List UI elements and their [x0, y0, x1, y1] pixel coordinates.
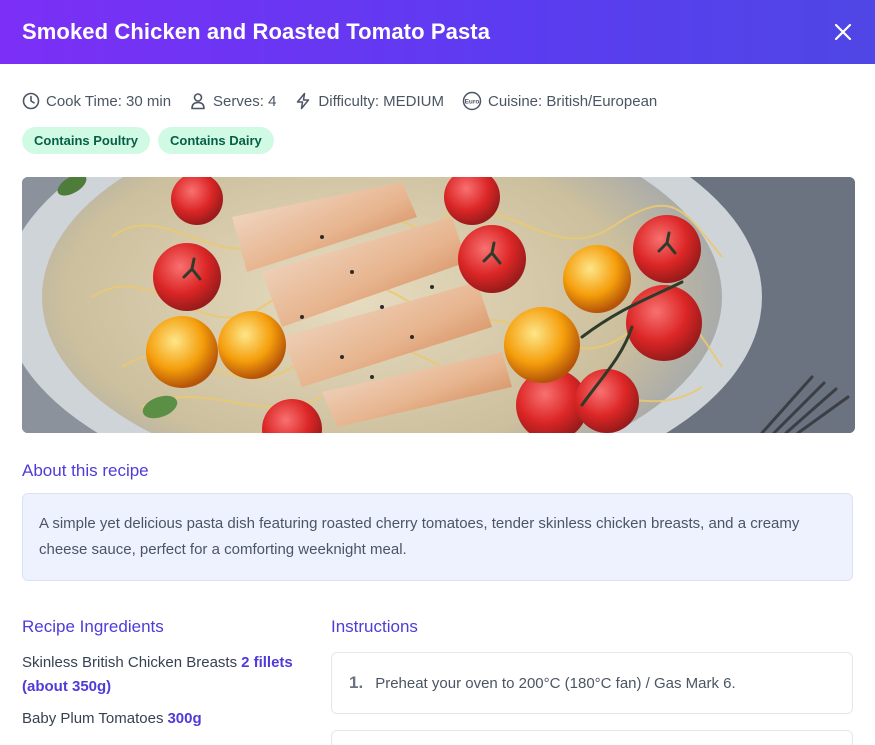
tag-contains-dairy: Contains Dairy	[158, 127, 274, 154]
modal-header: Smoked Chicken and Roasted Tomato Pasta	[0, 0, 875, 64]
ingredients-heading: Recipe Ingredients	[22, 617, 164, 636]
instruction-step-next	[331, 730, 853, 745]
ingredient-item: Baby Plum Tomatoes 300g	[22, 707, 307, 731]
step-text: Preheat your oven to 200°C (180°C fan) /…	[375, 674, 736, 692]
difficulty-text: Difficulty: MEDIUM	[318, 92, 444, 110]
dietary-tags: Contains Poultry Contains Dairy	[0, 127, 875, 154]
tag-contains-poultry: Contains Poultry	[22, 127, 151, 154]
ingredient-item: Skinless British Chicken Breasts 2 fillet…	[22, 651, 307, 699]
close-icon	[834, 23, 852, 41]
close-button[interactable]	[829, 18, 857, 46]
cook-time: Cook Time: 30 min	[22, 92, 171, 110]
serves: Serves: 4	[189, 92, 276, 110]
ingredient-name: Skinless British Chicken Breasts	[22, 654, 238, 671]
cuisine-badge-text: Euro	[465, 98, 480, 105]
cook-time-text: Cook Time: 30 min	[46, 92, 172, 110]
recipe-title: Smoked Chicken and Roasted Tomato Pasta	[22, 19, 491, 44]
difficulty: Difficulty: MEDIUM	[294, 92, 444, 110]
bolt-icon	[297, 92, 310, 110]
recipe-modal: Smoked Chicken and Roasted Tomato Pasta …	[0, 0, 875, 745]
recipe-meta: Cook Time: 30 min Serves: 4 Difficulty: …	[0, 91, 875, 111]
recipe-body: Recipe Ingredients Skinless British Chic…	[0, 617, 875, 745]
step-number: 1.	[349, 673, 364, 692]
cuisine: Euro Cuisine: British/European	[462, 91, 657, 111]
instructions-section: Instructions 1. Preheat your oven to 200…	[331, 617, 853, 745]
about-description: A simple yet delicious pasta dish featur…	[22, 493, 853, 581]
about-heading: About this recipe	[22, 461, 149, 480]
serves-text: Serves: 4	[213, 92, 277, 110]
ingredient-name: Baby Plum Tomatoes	[22, 710, 164, 727]
cuisine-text: Cuisine: British/European	[488, 92, 658, 110]
pasta-dish-illustration	[22, 177, 855, 433]
cuisine-badge-icon: Euro	[462, 91, 482, 111]
person-icon	[191, 93, 205, 110]
recipe-image	[22, 177, 855, 433]
instruction-step: 1. Preheat your oven to 200°C (180°C fan…	[331, 652, 853, 714]
ingredient-quantity: 300g	[167, 710, 202, 727]
clock-icon	[22, 92, 40, 110]
ingredients-section: Recipe Ingredients Skinless British Chic…	[22, 617, 307, 745]
instructions-heading: Instructions	[331, 617, 418, 636]
